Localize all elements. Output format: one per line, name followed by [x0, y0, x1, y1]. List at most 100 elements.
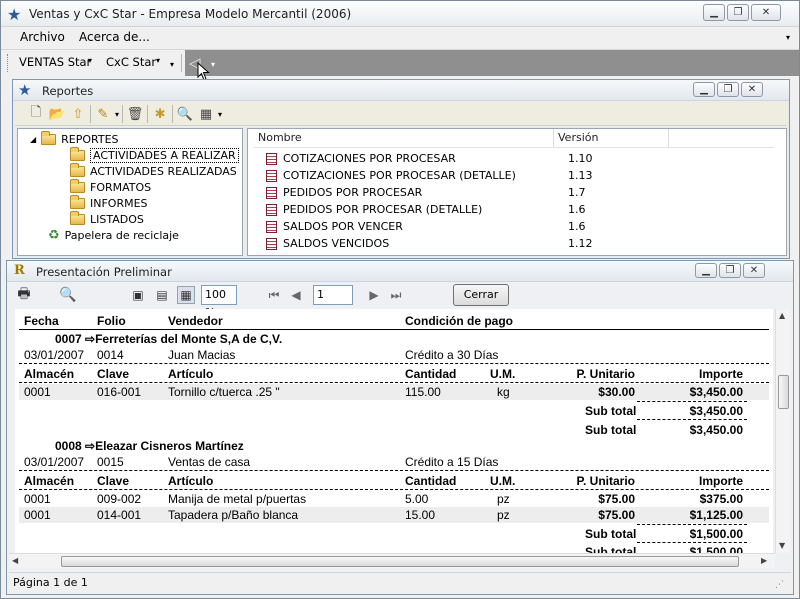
minimize-button[interactable]: ▁ — [703, 4, 725, 21]
window-title: Ventas y CxC Star - Empresa Modelo Merca… — [29, 7, 352, 21]
toolbar-overflow-icon[interactable]: ▾ — [170, 60, 174, 69]
toolbar-separator — [147, 105, 149, 123]
design-dropdown-icon[interactable]: ▾ — [218, 110, 222, 119]
reportes-restore-button[interactable]: ❐ — [717, 82, 739, 97]
dashed-rule — [637, 524, 747, 525]
preview-restore-button[interactable]: ❐ — [719, 263, 741, 278]
customer-title: 0007 ⇨Ferreterías del Monte S,A de C,V. — [55, 332, 283, 346]
zoom-icon[interactable]: 🔍 — [59, 286, 77, 304]
ventas-star-menu[interactable]: VENTAS Star — [19, 55, 91, 69]
maximize-button[interactable]: ❐ — [727, 4, 749, 21]
report-name: PEDIDOS POR PROCESAR — [283, 186, 423, 199]
first-page-icon[interactable]: ⏮ — [265, 286, 283, 304]
main-title-bar[interactable]: ★ Ventas y CxC Star - Empresa Modelo Mer… — [1, 1, 799, 27]
tools-icon[interactable]: ✎ — [94, 105, 112, 123]
full-page-icon[interactable]: ▤ — [153, 286, 171, 304]
page-number-field[interactable]: 1 — [313, 285, 353, 305]
detail-header-articulo: Artículo — [168, 474, 214, 488]
detail-header-importe: Importe — [698, 367, 743, 381]
scroll-up-icon[interactable]: ▲ — [779, 311, 785, 320]
report-version: 1.10 — [568, 152, 593, 165]
detail-header-cantidad: Cantidad — [405, 367, 457, 381]
cerrar-button[interactable]: Cerrar — [453, 284, 509, 306]
resize-grip-icon[interactable]: ⋰ — [775, 576, 784, 595]
cxc-star-menu[interactable]: CxC Star — [106, 55, 156, 69]
design-icon[interactable]: ▦ — [197, 105, 215, 123]
new-folder-icon[interactable]: ✱ — [151, 105, 169, 123]
collapse-arrow-icon[interactable]: ◢ — [30, 135, 36, 144]
tree-item-actividades-realizadas[interactable]: ACTIVIDADES REALIZADAS — [70, 162, 237, 179]
reportes-window: ★ Reportes ▁ ❐ ✕ 🗋 📂 ⇧ ✎ ▾ 🗑 ✱ 🔍 ▦ ▾ ◢ R… — [12, 79, 790, 259]
zoom-level-field[interactable]: 100 % — [201, 285, 237, 319]
tree-item-label: Papelera de reciclaje — [64, 228, 179, 242]
scroll-left-icon[interactable]: ◀ — [12, 556, 18, 565]
next-page-icon[interactable]: ▶ — [365, 286, 383, 304]
delete-trash-icon[interactable]: 🗑 — [126, 105, 144, 123]
tree-item-recycle-bin[interactable]: ♻ Papelera de reciclaje — [48, 227, 179, 243]
dashed-rule — [19, 382, 769, 383]
report-version: 1.6 — [568, 220, 586, 233]
tree-root[interactable]: ◢ REPORTES — [30, 130, 119, 147]
vertical-scrollbar[interactable]: ▲ ▼ — [775, 309, 790, 553]
customer-title: 0008 ⇨Eleazar Cisneros Martínez — [55, 439, 244, 453]
reportes-close-button[interactable]: ✕ — [741, 82, 763, 97]
order-condicion: Crédito a 30 Días — [405, 348, 499, 362]
item-articulo: Manija de metal p/puertas — [168, 492, 307, 506]
menu-acerca-de[interactable]: Acerca de... — [79, 30, 150, 44]
tree-item-listados[interactable]: LISTADOS — [70, 210, 144, 227]
preview-close-button[interactable]: ✕ — [743, 263, 765, 278]
last-page-icon[interactable]: ⏭ — [387, 286, 405, 304]
list-item[interactable]: COTIZACIONES POR PROCESAR (DETALLE) 1.13 — [252, 167, 593, 184]
report-icon — [266, 169, 277, 182]
detail-header-um: U.M. — [490, 474, 516, 488]
tree-item-formatos[interactable]: FORMATOS — [70, 178, 151, 195]
scroll-right-icon[interactable]: ▶ — [761, 556, 767, 565]
order-folio: 0015 — [97, 455, 124, 469]
tools-dropdown-icon[interactable]: ▾ — [115, 110, 119, 119]
folder-up-icon[interactable]: ⇧ — [69, 105, 87, 123]
detail-header-importe: Importe — [698, 474, 743, 488]
print-icon[interactable]: 🖶 — [15, 286, 33, 304]
star-icon: ★ — [18, 81, 32, 99]
report-icon — [266, 203, 277, 216]
page-width-icon[interactable]: ▣ — [129, 286, 147, 304]
menu-archivo[interactable]: Archivo — [20, 30, 65, 44]
report-page: Fecha Folio Vendedor Condición de pago 0… — [15, 309, 773, 553]
list-item[interactable]: SALDOS POR VENCER 1.6 — [252, 218, 586, 235]
detail-header-cantidad: Cantidad — [405, 474, 457, 488]
menu-overflow-icon[interactable]: ▾ — [786, 33, 790, 42]
detail-header-clave: Clave — [97, 367, 130, 381]
open-folder-icon[interactable]: 📂 — [48, 105, 66, 123]
scroll-down-icon[interactable]: ▼ — [779, 541, 785, 550]
preview-icon[interactable]: 🔍 — [176, 105, 194, 123]
prev-page-icon[interactable]: ◀ — [287, 286, 305, 304]
item-articulo: Tornillo c/tuerca .25 " — [168, 385, 280, 399]
order-fecha: 03/01/2007 — [24, 348, 85, 362]
detail-header-punitario: P. Unitario — [576, 474, 635, 488]
folder-icon — [70, 178, 85, 193]
reportes-toolbar: 🗋 📂 ⇧ ✎ ▾ 🗑 ✱ 🔍 ▦ ▾ — [15, 102, 787, 126]
column-header-version[interactable]: Versión — [554, 129, 669, 147]
list-item[interactable]: COTIZACIONES POR PROCESAR 1.10 — [252, 150, 593, 167]
horizontal-scrollbar[interactable]: ◀ ▶ — [9, 553, 775, 568]
vertical-scroll-thumb[interactable] — [778, 375, 789, 409]
reportes-minimize-button[interactable]: ▁ — [693, 82, 715, 97]
new-report-icon[interactable]: 🗋 — [27, 105, 45, 123]
preview-minimize-button[interactable]: ▁ — [695, 263, 717, 278]
back-dropdown-icon[interactable]: ▾ — [211, 60, 215, 69]
tree-item-actividades-a-realizar[interactable]: ACTIVIDADES A REALIZAR — [70, 146, 239, 163]
list-item[interactable]: PEDIDOS POR PROCESAR 1.7 — [252, 184, 586, 201]
horizontal-scroll-thumb[interactable] — [61, 556, 739, 567]
preview-title-bar[interactable]: R Presentación Preliminar ▁ ❐ ✕ — [7, 261, 793, 282]
detail-header-punitario: P. Unitario — [576, 367, 635, 381]
list-item[interactable]: SALDOS VENCIDOS 1.12 — [252, 235, 593, 252]
list-item[interactable]: PEDIDOS POR PROCESAR (DETALLE) 1.6 — [252, 201, 586, 218]
ventas-dropdown-icon[interactable]: ▾ — [88, 56, 92, 65]
cxc-dropdown-icon[interactable]: ▾ — [156, 56, 160, 65]
multi-page-icon[interactable]: ▦ — [177, 286, 195, 304]
item-um: pz — [497, 492, 510, 506]
close-button[interactable]: ✕ — [751, 4, 781, 21]
column-header-nombre[interactable]: Nombre — [254, 129, 554, 147]
reportes-title-bar[interactable]: ★ Reportes ▁ ❐ ✕ — [13, 80, 789, 101]
tree-item-informes[interactable]: INFORMES — [70, 194, 148, 211]
